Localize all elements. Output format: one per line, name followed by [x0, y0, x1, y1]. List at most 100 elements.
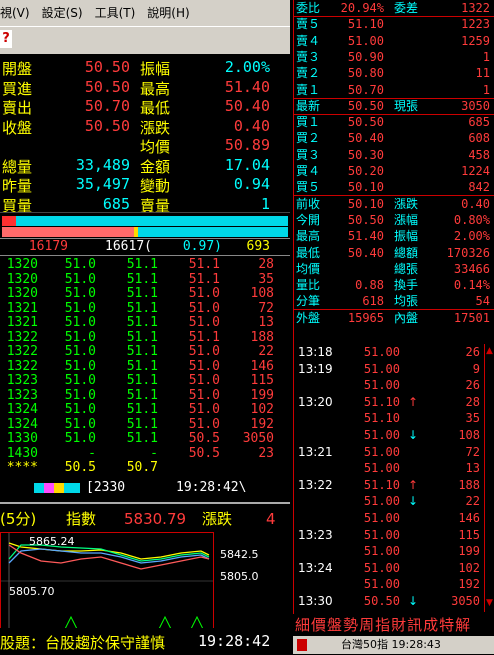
- row-value: 50.10: [347, 180, 384, 195]
- tick-cell: 51.1: [126, 431, 158, 446]
- quote-value: 33,489: [75, 155, 130, 174]
- tick-cell: 50.5: [64, 460, 96, 475]
- tick-price: 51.00: [363, 361, 400, 376]
- tick-volume: 108: [458, 428, 480, 442]
- stock-code[interactable]: [2330: [86, 480, 125, 495]
- row-label: 均價: [296, 261, 321, 276]
- tick-volume: 146: [458, 511, 480, 525]
- menu-item-0[interactable]: 視(V): [0, 6, 30, 20]
- tick-cell: 23: [258, 445, 274, 461]
- tick-cell: ****: [6, 460, 38, 475]
- row-value: 50.90: [347, 49, 384, 64]
- row-value2: 170326: [446, 245, 490, 260]
- code-status-line: [2330 19:28:42\: [0, 477, 290, 501]
- tab-10[interactable]: 解: [455, 616, 470, 634]
- tab-4[interactable]: 周: [359, 616, 374, 634]
- row-value: 50.30: [347, 147, 384, 162]
- tab-3[interactable]: 勢: [343, 616, 358, 634]
- tick-arrow-icon: ↑: [408, 477, 419, 492]
- row-label: 今開: [296, 212, 321, 227]
- toolbar: [0, 26, 290, 54]
- quote-label: 振幅: [140, 60, 171, 78]
- row-label: 外盤: [296, 310, 321, 325]
- tick-cell: 51.0: [64, 431, 96, 446]
- tick-cell: 51.1: [126, 286, 158, 301]
- trade-ticks: 13:18 51.00 26 13:19 51.00 9 51.00 26 13:20 51.10…: [294, 344, 494, 614]
- status-time: 19:28:42\: [176, 480, 247, 495]
- quote-label: 最高: [140, 79, 171, 98]
- order-book-row: 前收 50.10 漲跌 0.40: [294, 196, 494, 212]
- row-label: 買４: [296, 164, 321, 178]
- row-value2: 17501: [453, 310, 490, 325]
- row-value: 51.00: [347, 33, 384, 48]
- row-label: 賣４: [296, 33, 321, 48]
- index-interval[interactable]: (5分): [0, 508, 36, 530]
- tab-9[interactable]: 特: [439, 616, 454, 634]
- tab-5[interactable]: 指: [375, 616, 390, 634]
- tick-cell: 51.1: [126, 358, 158, 374]
- summary-c: 0.97): [182, 239, 222, 254]
- tick-cell: 192: [250, 416, 274, 432]
- ticks-scrollbar[interactable]: ▲ ▼: [484, 344, 494, 612]
- tick-cell: 51.0: [64, 416, 96, 432]
- tick-cell: 1322: [6, 344, 38, 359]
- index-bar: (5分) 指數 5830.79 漲跌 4: [0, 508, 290, 530]
- order-book-row: 買３ 50.30 458: [294, 147, 494, 163]
- refresh-icon[interactable]: ?: [0, 30, 12, 48]
- menu-item-3[interactable]: 說明(H): [147, 6, 189, 20]
- tick-cell: 1320: [6, 257, 38, 272]
- tab-7[interactable]: 訊: [407, 616, 422, 634]
- tick-time: 13:19: [298, 361, 333, 376]
- row-value: 50.40: [347, 245, 384, 260]
- tick-table: 1320 51.0 51.1 51.1 28 1320 51.0 51.1 51.1 35 1320…: [0, 257, 290, 478]
- index-change-value: 4: [266, 510, 276, 528]
- order-book-row: 賣３ 50.90 1: [294, 49, 494, 65]
- tick-arrow-icon: ↓: [408, 494, 419, 509]
- menu-item-2[interactable]: 工具(T): [95, 6, 136, 20]
- tab-8[interactable]: 成: [423, 616, 438, 634]
- row-label: 委比: [296, 1, 321, 15]
- tick-time: 13:22: [298, 477, 333, 492]
- row-value: 50.40: [347, 131, 384, 146]
- tick-cell: 51.0: [188, 387, 220, 403]
- chart-axis-upper: 5842.5: [220, 548, 259, 561]
- quote-value: 685: [102, 194, 130, 213]
- status-icon: [297, 639, 307, 651]
- tick-cell: 51.1: [188, 257, 220, 272]
- tick-price: 51.00: [363, 560, 400, 575]
- tick-volume: 26: [465, 378, 480, 393]
- index-change-label: 漲跌: [202, 510, 233, 528]
- tick-cell: 1330: [6, 431, 38, 446]
- tick-cell: 1321: [6, 315, 38, 330]
- row-label2: 現張: [394, 98, 419, 113]
- tab-2[interactable]: 盤: [327, 616, 342, 634]
- tab-6[interactable]: 財: [391, 616, 406, 634]
- bottom-tabs[interactable]: 細價盤勢周指財訊成特解: [293, 614, 494, 636]
- order-book-row: 最新 50.50 現張 3050: [294, 98, 494, 114]
- tick-row: 51.00 26: [294, 377, 494, 393]
- tick-price: 51.00: [363, 444, 400, 459]
- row-value2: 842: [468, 180, 490, 195]
- tick-cell: 51.0: [64, 373, 96, 388]
- menu-item-1[interactable]: 設定(S): [42, 6, 83, 20]
- row-value2: 1: [482, 82, 490, 97]
- quote-value: 50.50: [84, 77, 130, 96]
- chart-low-label: 5805.70: [9, 585, 55, 598]
- row-value2: 1259: [461, 33, 490, 48]
- tick-row: 13:19 51.00 9: [294, 361, 494, 377]
- tick-price: 51.00: [363, 577, 400, 592]
- tick-row: 51.00 ↓ 22: [294, 493, 494, 509]
- quote-value: 50.89: [224, 136, 270, 154]
- status-text: 台灣50指 19:28:43: [341, 638, 441, 651]
- quote-label: 總量: [2, 157, 33, 176]
- tick-cell: 1323: [6, 387, 38, 403]
- tick-cell: 1322: [6, 329, 38, 345]
- tab-0[interactable]: 細: [295, 616, 310, 634]
- tick-cell: 115: [250, 373, 274, 388]
- tick-cell: 51.0: [188, 300, 220, 316]
- tick-cell: 51.0: [64, 358, 96, 374]
- tick-time: 13:24: [298, 560, 333, 575]
- tick-row: 51.10 35: [294, 410, 494, 426]
- summary-d: 693: [246, 239, 270, 254]
- tab-1[interactable]: 價: [311, 616, 326, 634]
